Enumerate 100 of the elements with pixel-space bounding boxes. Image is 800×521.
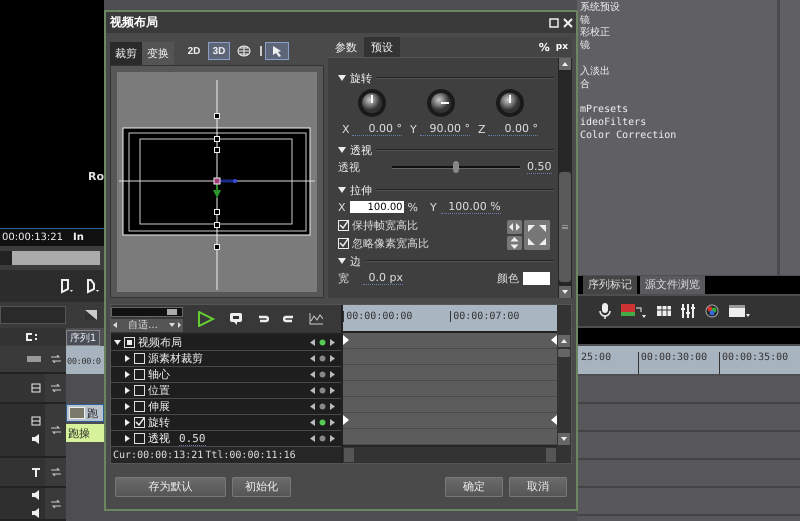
library-item[interactable]: 镜 bbox=[580, 14, 777, 28]
mixer-icon[interactable] bbox=[681, 304, 695, 318]
tab[interactable]: 变换 bbox=[142, 42, 174, 66]
library-item[interactable]: Color Correction bbox=[580, 130, 777, 142]
graph-icon[interactable] bbox=[309, 313, 323, 326]
checkbox[interactable] bbox=[134, 401, 145, 412]
monitor-switch-icon[interactable] bbox=[621, 303, 647, 319]
checkbox[interactable] bbox=[134, 353, 145, 364]
slider-thumb[interactable] bbox=[166, 308, 176, 315]
checkbox[interactable] bbox=[338, 238, 349, 250]
tab[interactable]: 裁剪 bbox=[110, 42, 142, 66]
sync-icon[interactable] bbox=[50, 384, 62, 392]
dialog-button[interactable]: 取消 bbox=[509, 476, 567, 497]
scroll-down-icon[interactable] bbox=[559, 286, 571, 298]
sync-icon[interactable] bbox=[50, 468, 62, 476]
next-keyframe-icon[interactable] bbox=[330, 371, 336, 378]
scroll-thumb[interactable] bbox=[558, 349, 570, 358]
previous-keyframe-icon[interactable] bbox=[310, 419, 316, 426]
checkbox[interactable] bbox=[134, 369, 145, 380]
library-item[interactable]: 合 bbox=[580, 78, 777, 92]
grid-icon[interactable] bbox=[657, 306, 671, 316]
keyframe-icon[interactable] bbox=[319, 339, 326, 346]
previous-keyframe-icon[interactable] bbox=[310, 387, 316, 394]
dialog-button[interactable]: 初始化 bbox=[232, 476, 291, 497]
previous-keyframe-icon[interactable] bbox=[310, 371, 316, 378]
stretch-x-field[interactable]: 100.00 bbox=[350, 201, 404, 214]
rotation-value[interactable]: 90.00 ° bbox=[420, 122, 470, 136]
unit-toggle[interactable]: % bbox=[538, 40, 550, 54]
name-field[interactable] bbox=[0, 306, 66, 324]
panel-tab[interactable]: 序列标记 bbox=[583, 276, 637, 294]
microphone-icon[interactable] bbox=[599, 303, 611, 319]
dialog-button[interactable]: 存为默认 bbox=[115, 476, 226, 497]
keyframe-icon[interactable] bbox=[319, 403, 326, 410]
previous-keyframe-icon[interactable] bbox=[310, 339, 316, 346]
fit-height-button[interactable] bbox=[507, 236, 522, 250]
sync-icon[interactable] bbox=[50, 426, 62, 434]
checkbox[interactable] bbox=[124, 337, 135, 348]
tab[interactable]: 参数 bbox=[328, 36, 364, 58]
sync-icon[interactable] bbox=[50, 500, 62, 508]
mark-out-icon[interactable] bbox=[84, 278, 100, 294]
caret-icon[interactable] bbox=[338, 186, 346, 194]
horizontal-scrollbar[interactable] bbox=[343, 447, 558, 464]
color-wheel-icon[interactable] bbox=[705, 304, 719, 318]
rotation-knob[interactable] bbox=[494, 88, 525, 118]
rotation-value[interactable]: 0.00 ° bbox=[352, 122, 402, 136]
checkbox[interactable] bbox=[134, 385, 145, 396]
perspective-slider[interactable] bbox=[392, 160, 520, 174]
stretch-y-value[interactable]: 100.00 % bbox=[440, 200, 501, 214]
rotation-value[interactable]: 0.00 ° bbox=[488, 122, 538, 136]
color-swatch[interactable] bbox=[523, 272, 550, 285]
undo-icon[interactable] bbox=[257, 314, 269, 324]
caret-icon[interactable] bbox=[338, 74, 346, 82]
rotation-knob[interactable] bbox=[357, 88, 388, 118]
next-keyframe-icon[interactable] bbox=[330, 435, 336, 442]
keyframe-icon[interactable] bbox=[319, 371, 326, 378]
next-keyframe-icon[interactable] bbox=[330, 419, 336, 426]
scroll-up-icon[interactable] bbox=[559, 58, 571, 70]
scroll-up-icon[interactable] bbox=[558, 335, 570, 348]
loop-play-icon[interactable] bbox=[229, 312, 243, 326]
previous-keyframe-icon[interactable] bbox=[310, 403, 316, 410]
tab[interactable]: 预设 bbox=[364, 36, 400, 58]
expand-icon[interactable] bbox=[114, 339, 121, 346]
play-icon[interactable] bbox=[197, 311, 215, 328]
zoom-dropdown[interactable]: 自适... bbox=[111, 318, 183, 332]
library-item[interactable]: 入淡出 bbox=[580, 66, 777, 79]
keyframe-icon[interactable] bbox=[319, 355, 326, 362]
unit-toggle[interactable]: px bbox=[556, 42, 568, 52]
sync-icon[interactable] bbox=[50, 355, 62, 363]
dialog-button[interactable]: 确定 bbox=[445, 476, 503, 497]
slider-thumb[interactable] bbox=[453, 161, 459, 174]
zoom-slider[interactable] bbox=[111, 306, 183, 317]
window-icon[interactable] bbox=[729, 304, 751, 318]
checkbox[interactable] bbox=[338, 220, 349, 232]
caret-icon[interactable] bbox=[338, 146, 346, 154]
keyframe-icon[interactable] bbox=[319, 435, 326, 442]
expand-icon[interactable] bbox=[124, 419, 131, 426]
expand-icon[interactable] bbox=[124, 387, 131, 394]
checkbox[interactable] bbox=[134, 433, 145, 444]
next-keyframe-icon[interactable] bbox=[330, 387, 336, 394]
caret-icon[interactable] bbox=[338, 257, 346, 266]
next-keyframe-icon[interactable] bbox=[330, 355, 336, 362]
perspective-value[interactable]: 0.50 bbox=[527, 160, 552, 174]
expand-icon[interactable] bbox=[124, 403, 131, 410]
expand-icon[interactable] bbox=[124, 371, 131, 378]
monitor-icon[interactable] bbox=[84, 309, 98, 321]
redo-icon[interactable] bbox=[283, 314, 295, 324]
fit-frame-button[interactable] bbox=[524, 220, 550, 250]
mark-in-icon[interactable] bbox=[58, 278, 74, 294]
checkbox[interactable] bbox=[134, 417, 145, 428]
scroll-down-icon[interactable] bbox=[558, 433, 570, 446]
library-item[interactable]: ideoFilters bbox=[580, 116, 777, 130]
library-item[interactable]: mPresets bbox=[580, 104, 777, 117]
panel-tab[interactable]: 源文件浏览 bbox=[640, 276, 705, 294]
transform-preview-drawing[interactable] bbox=[117, 72, 317, 292]
fit-width-button[interactable] bbox=[507, 220, 522, 234]
expand-icon[interactable] bbox=[124, 355, 131, 362]
border-width-value[interactable]: 0.0 px bbox=[363, 271, 403, 286]
rotation-knob[interactable] bbox=[426, 88, 456, 118]
library-item[interactable]: 镜 bbox=[580, 40, 777, 53]
keyframe-icon[interactable] bbox=[319, 419, 326, 426]
